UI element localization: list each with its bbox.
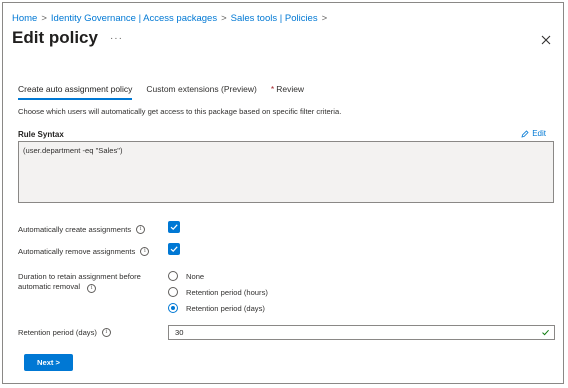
edit-rule-button[interactable]: Edit (521, 129, 546, 138)
radio-button[interactable] (168, 287, 178, 297)
info-icon[interactable]: i (136, 225, 146, 234)
rule-syntax-label: Rule Syntax (18, 130, 64, 139)
valid-checkmark-icon (542, 329, 549, 336)
radio-option-hours[interactable]: Retention period (hours) (168, 284, 268, 300)
radio-button-selected[interactable] (168, 303, 178, 313)
info-icon[interactable]: i (87, 284, 97, 293)
radio-option-days[interactable]: Retention period (days) (168, 300, 268, 316)
description-text: Choose which users will automatically ge… (18, 107, 342, 116)
rule-syntax-value: (user.department -eq "Sales") (23, 146, 123, 155)
page-title: Edit policy (12, 28, 98, 47)
retention-period-label: Retention period (days) i (18, 328, 111, 337)
tab-review[interactable]: * Review (271, 84, 304, 100)
radio-option-label: Retention period (hours) (186, 287, 268, 297)
breadcrumb-home[interactable]: Home (12, 13, 37, 24)
auto-remove-checkbox[interactable] (168, 243, 180, 255)
radio-option-label: Retention period (days) (186, 303, 265, 313)
retention-period-input[interactable]: 30 (168, 325, 555, 340)
checkmark-icon (170, 224, 178, 231)
rule-syntax-textbox: (user.department -eq "Sales") (18, 141, 554, 203)
tab-custom-extensions[interactable]: Custom extensions (Preview) (146, 84, 257, 100)
next-button[interactable]: Next > (24, 354, 73, 371)
breadcrumb: Home > Identity Governance | Access packag… (12, 13, 331, 24)
radio-option-none[interactable]: None (168, 268, 268, 284)
edit-rule-label: Edit (532, 129, 546, 138)
auto-remove-label: Automatically remove assignments i (18, 247, 150, 256)
edit-policy-panel: Home > Identity Governance | Access packag… (2, 2, 564, 384)
more-options-button[interactable]: ··· (110, 33, 123, 44)
tab-bar: Create auto assignment policy Custom ext… (18, 84, 318, 100)
duration-label: Duration to retain assignment before aut… (18, 272, 158, 293)
info-icon[interactable]: i (140, 247, 150, 256)
auto-create-checkbox[interactable] (168, 221, 180, 233)
auto-create-label: Automatically create assignments i (18, 225, 146, 234)
duration-radio-group: None Retention period (hours) Retention … (168, 268, 268, 316)
breadcrumb-separator: > (41, 13, 47, 24)
required-asterisk: * (270, 84, 275, 94)
checkmark-icon (170, 246, 178, 253)
radio-option-label: None (186, 271, 205, 281)
close-icon (541, 35, 551, 45)
radio-button[interactable] (168, 271, 178, 281)
breadcrumb-separator: > (221, 13, 227, 24)
breadcrumb-policies[interactable]: Sales tools | Policies (231, 13, 318, 24)
tab-create-auto-assignment-policy[interactable]: Create auto assignment policy (18, 84, 133, 100)
close-button[interactable] (540, 33, 552, 45)
breadcrumb-separator: > (321, 13, 328, 24)
retention-period-value: 30 (175, 328, 184, 337)
retention-period-label-text: Retention period (days) (18, 328, 97, 337)
auto-create-label-text: Automatically create assignments (18, 225, 132, 234)
info-icon[interactable]: i (101, 328, 111, 337)
duration-label-text: Duration to retain assignment before aut… (18, 272, 141, 291)
tab-review-label: Review (276, 84, 305, 94)
auto-remove-label-text: Automatically remove assignments (18, 247, 136, 256)
pencil-icon (521, 129, 529, 138)
breadcrumb-access-packages[interactable]: Identity Governance | Access packages (51, 13, 217, 24)
